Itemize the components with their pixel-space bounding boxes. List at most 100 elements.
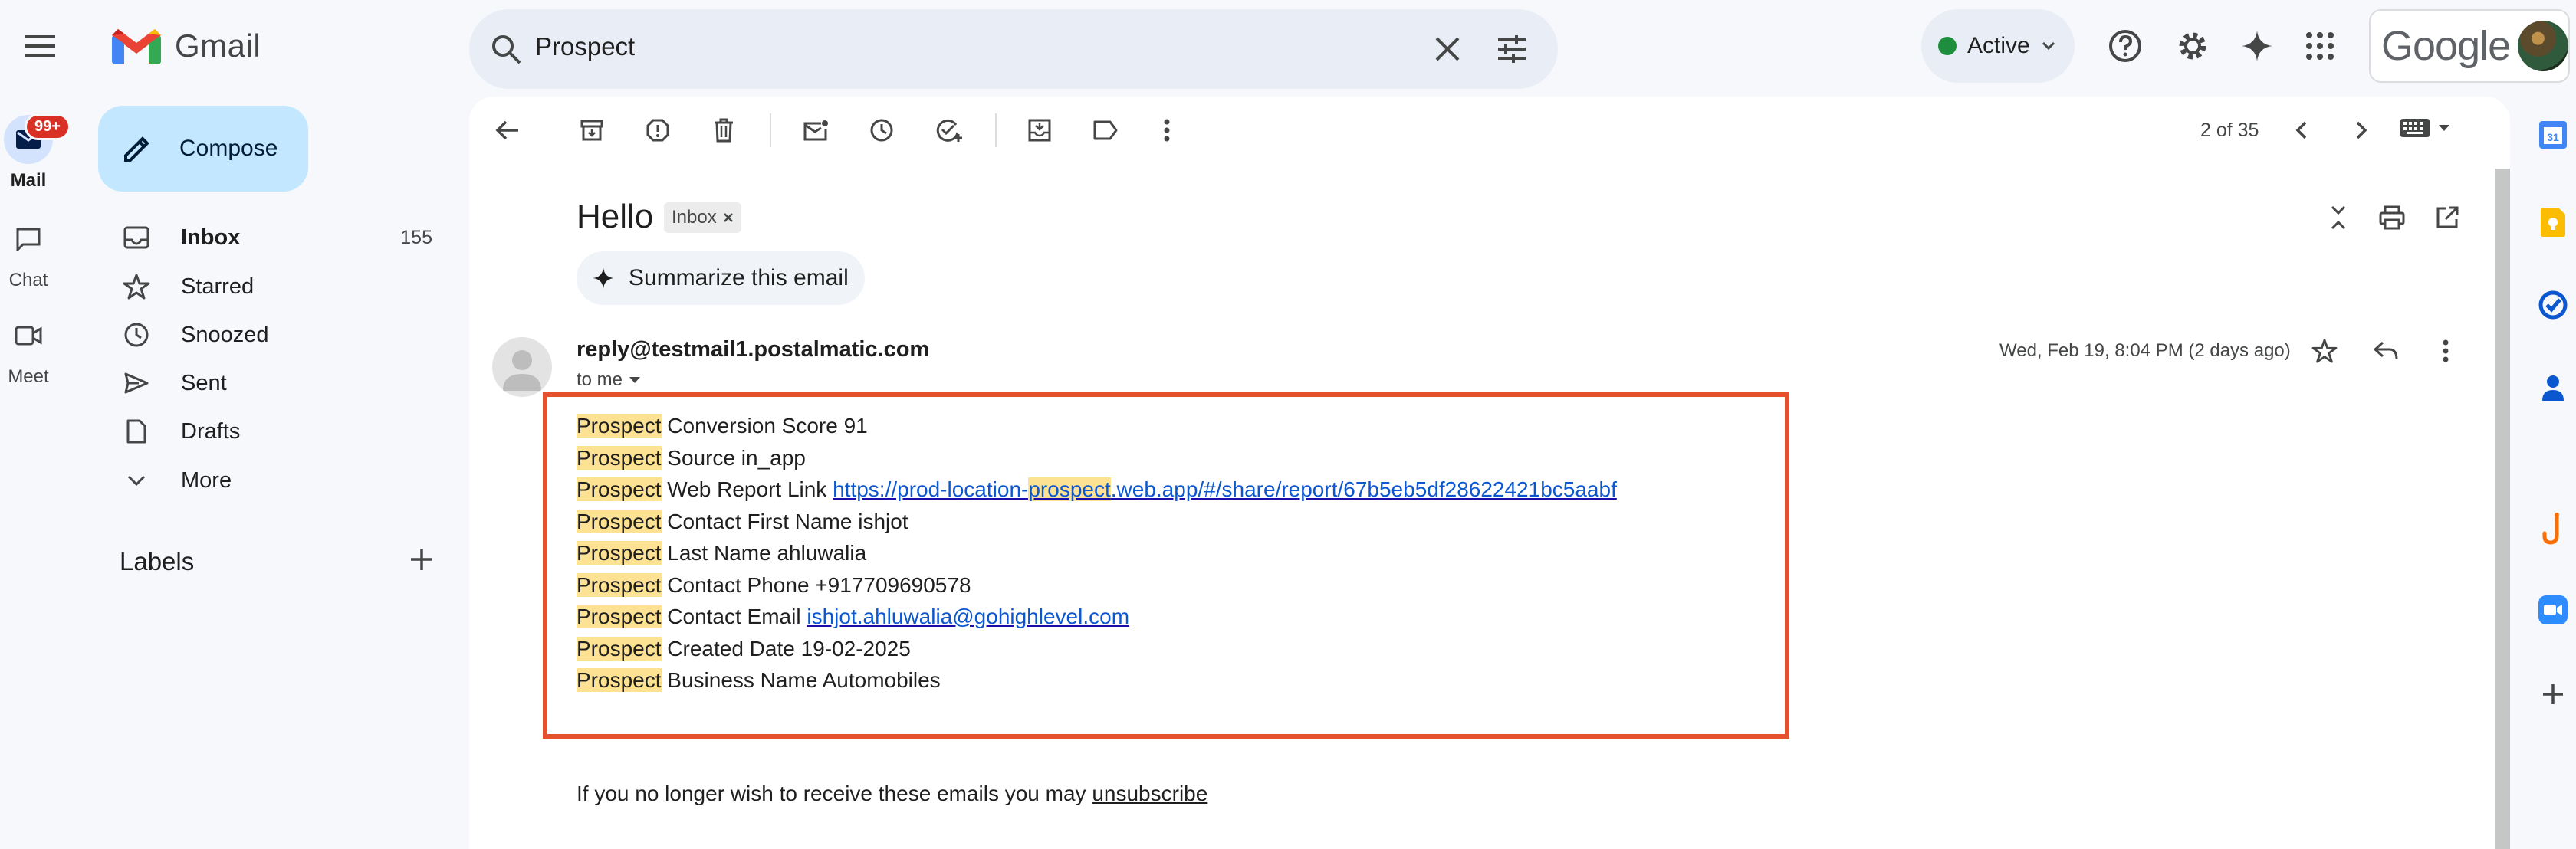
get-addons-button[interactable] — [2530, 671, 2576, 717]
snooze-button[interactable] — [862, 110, 902, 150]
body-line: Prospect Conversion Score 91 — [577, 414, 868, 438]
inbox-label-chip[interactable]: Inbox — [664, 202, 741, 233]
remove-label-icon[interactable] — [723, 212, 734, 223]
hook-addon-icon — [2542, 513, 2559, 545]
add-label-icon[interactable] — [406, 544, 437, 575]
sender-avatar[interactable] — [492, 337, 552, 397]
chat-icon — [16, 228, 41, 251]
body-line: Prospect Contact Email ishjot.ahluwalia@… — [577, 605, 1130, 628]
move-to-button[interactable] — [1020, 110, 1060, 150]
labels-heading: Labels — [120, 547, 195, 575]
contacts-app-button[interactable] — [2530, 365, 2576, 411]
nav-snoozed[interactable]: Snoozed — [98, 310, 460, 359]
summarize-button[interactable]: Summarize this email — [577, 251, 865, 305]
nav-inbox[interactable]: Inbox 155 — [98, 213, 460, 262]
mark-unread-icon — [803, 120, 828, 141]
nav-drafts[interactable]: Drafts — [98, 407, 460, 456]
report-spam-button[interactable] — [638, 110, 678, 150]
recipient-details[interactable]: to me — [577, 369, 641, 391]
google-wordmark: Google — [2381, 23, 2511, 69]
chevron-right-icon — [2356, 121, 2367, 139]
rail-meet[interactable]: Meet — [0, 311, 57, 388]
search-bar[interactable]: Prospect — [469, 9, 1558, 89]
open-in-new-icon — [2436, 206, 2459, 228]
gear-icon — [2179, 32, 2206, 60]
more-actions-button[interactable] — [1147, 110, 1187, 150]
apps-grid-icon — [2306, 32, 2334, 60]
account-button[interactable]: Google — [2369, 9, 2570, 83]
plus-icon — [2543, 684, 2563, 704]
delete-button[interactable] — [704, 110, 744, 150]
search-icon[interactable] — [488, 31, 524, 67]
message-more-button[interactable] — [2426, 331, 2466, 371]
add-to-tasks-button[interactable] — [929, 110, 969, 150]
nav-more[interactable]: More — [98, 456, 460, 505]
open-new-window-button[interactable] — [2427, 198, 2467, 238]
gmail-logo[interactable]: Gmail — [112, 23, 261, 69]
unsubscribe-link[interactable]: unsubscribe — [1092, 782, 1208, 805]
newer-button[interactable] — [2282, 110, 2321, 150]
gemini-button[interactable] — [2234, 23, 2280, 69]
star-email-button[interactable] — [2305, 331, 2344, 371]
move-to-icon — [1028, 119, 1051, 142]
apps-button[interactable] — [2297, 23, 2343, 69]
input-tools-button[interactable] — [2400, 118, 2450, 138]
email-subject: Hello — [577, 198, 654, 235]
settings-button[interactable] — [2170, 23, 2216, 69]
toolbar-divider — [770, 113, 771, 147]
compose-button[interactable]: Compose — [98, 106, 308, 192]
report-link[interactable]: https://prod-location-prospect.web.app/#… — [833, 477, 1617, 501]
labels-button[interactable] — [1086, 110, 1125, 150]
keep-app-button[interactable] — [2530, 199, 2576, 245]
addon-app-button[interactable] — [2530, 506, 2576, 552]
body-line: Prospect Business Name Automobiles — [577, 668, 941, 692]
mark-unread-button[interactable] — [796, 110, 836, 150]
rail-mail-label: Mail — [10, 170, 47, 191]
print-button[interactable] — [2372, 198, 2412, 238]
help-button[interactable] — [2102, 23, 2148, 69]
footer-text: If you no longer wish to receive these e… — [577, 782, 1092, 805]
archive-button[interactable] — [572, 110, 612, 150]
chat-icon-wrap — [4, 215, 53, 264]
print-icon — [2379, 205, 2405, 230]
scrollbar[interactable] — [2495, 169, 2510, 849]
back-button[interactable] — [488, 110, 527, 150]
recipient-label: to me — [577, 369, 623, 390]
nav-sent-label: Sent — [181, 370, 227, 395]
contact-email-link[interactable]: ishjot.ahluwalia@gohighlevel.com — [807, 605, 1129, 628]
inbox-icon — [121, 222, 152, 253]
status-label: Active — [1967, 33, 2030, 58]
nav-more-label: More — [181, 467, 232, 493]
add-task-icon — [936, 119, 962, 142]
label-chip-text: Inbox — [672, 207, 717, 228]
main-menu-button[interactable] — [12, 18, 67, 74]
search-options-icon[interactable] — [1493, 31, 1530, 67]
chevron-down-icon — [121, 465, 152, 496]
keep-icon — [2541, 208, 2565, 237]
sender-email[interactable]: reply@testmail1.postalmatic.com — [577, 337, 929, 362]
video-camera-icon — [15, 326, 42, 346]
zoom-app-button[interactable] — [2530, 587, 2576, 633]
older-button[interactable] — [2341, 110, 2381, 150]
help-icon — [2109, 30, 2141, 62]
reply-button[interactable] — [2366, 331, 2406, 371]
rail-chat[interactable]: Chat — [0, 215, 57, 291]
body-line: Prospect Contact Phone +917709690578 — [577, 572, 971, 597]
more-vert-icon — [1164, 119, 1170, 142]
status-selector[interactable]: Active — [1921, 9, 2075, 83]
collapse-all-button[interactable] — [2318, 198, 2358, 238]
star-icon — [2312, 339, 2338, 363]
star-icon — [121, 271, 152, 302]
nav-sent[interactable]: Sent — [98, 359, 460, 408]
report-icon — [646, 119, 669, 142]
tasks-app-button[interactable] — [2530, 282, 2576, 328]
contacts-icon — [2542, 375, 2564, 401]
summarize-label: Summarize this email — [629, 265, 849, 290]
nav-starred[interactable]: Starred — [98, 262, 460, 311]
hamburger-icon — [25, 35, 55, 57]
calendar-app-button[interactable]: 31 — [2530, 112, 2576, 158]
clear-search-icon[interactable] — [1431, 32, 1464, 66]
email-body: Prospect Conversion Score 91 Prospect So… — [577, 410, 1617, 697]
search-input[interactable]: Prospect — [535, 32, 635, 61]
unread-badge: 99+ — [25, 113, 71, 140]
